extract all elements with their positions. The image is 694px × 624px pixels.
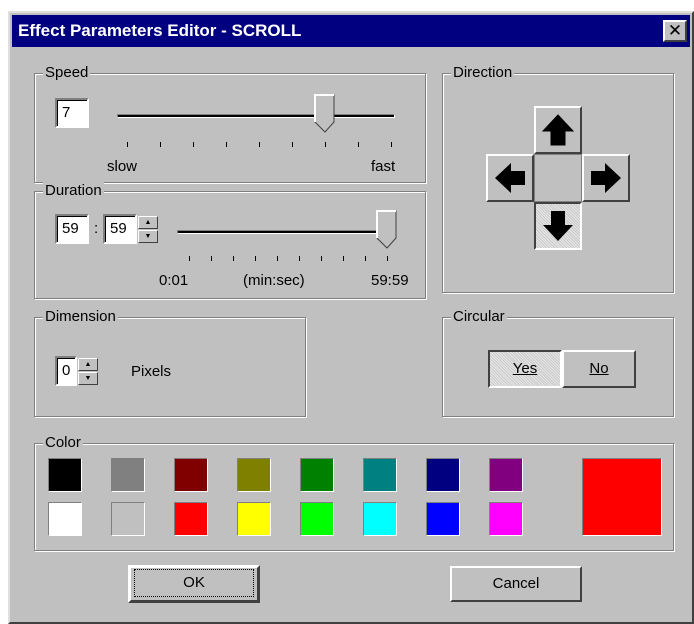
color-swatch-purple[interactable] xyxy=(489,458,523,492)
color-swatch-black[interactable] xyxy=(48,458,82,492)
speed-tick xyxy=(391,142,392,147)
color-swatch-yellow[interactable] xyxy=(237,502,271,536)
color-swatch-fuchsia[interactable] xyxy=(489,502,523,536)
duration-tick xyxy=(299,256,300,261)
duration-tick xyxy=(365,256,366,261)
duration-tick xyxy=(211,256,212,261)
arrow-left-icon xyxy=(495,163,525,193)
circular-yes-label: Yes xyxy=(512,360,538,377)
close-button[interactable]: ✕ xyxy=(663,20,687,42)
direction-down-button[interactable] xyxy=(534,202,582,250)
color-swatch-lime[interactable] xyxy=(300,502,334,536)
duration-minutes-field[interactable]: 59 xyxy=(55,214,89,244)
duration-tick xyxy=(189,256,190,261)
duration-legend: Duration xyxy=(43,182,104,200)
dimension-spin-up[interactable]: ▲ xyxy=(78,358,98,371)
speed-slider-track[interactable] xyxy=(117,114,395,118)
color-swatch-aqua[interactable] xyxy=(363,502,397,536)
duration-tick xyxy=(321,256,322,261)
duration-max-label: 59:59 xyxy=(371,272,409,289)
speed-tick xyxy=(226,142,227,147)
speed-legend: Speed xyxy=(43,64,91,82)
speed-tick xyxy=(358,142,359,147)
circular-group: Circular Yes No xyxy=(442,308,674,417)
direction-legend: Direction xyxy=(451,64,515,82)
duration-tick xyxy=(255,256,256,261)
arrow-right-icon xyxy=(591,163,621,193)
duration-slider-track[interactable] xyxy=(177,230,395,234)
duration-tick xyxy=(343,256,344,261)
direction-left-button[interactable] xyxy=(486,154,534,202)
dimension-spin-down[interactable]: ▼ xyxy=(78,372,98,385)
close-icon: ✕ xyxy=(667,21,683,40)
direction-group: Direction xyxy=(442,64,674,293)
duration-tick xyxy=(387,256,388,261)
color-swatch-blue[interactable] xyxy=(426,502,460,536)
duration-separator: : xyxy=(94,220,99,237)
circular-no-label: No xyxy=(589,360,609,377)
title-bar: Effect Parameters Editor - SCROLL ✕ xyxy=(12,15,690,47)
color-swatch-teal[interactable] xyxy=(363,458,397,492)
color-swatch-navy[interactable] xyxy=(426,458,460,492)
speed-tick xyxy=(127,142,128,147)
duration-min-label: 0:01 xyxy=(159,272,189,289)
duration-tick xyxy=(233,256,234,261)
color-swatch-red[interactable] xyxy=(174,502,208,536)
cancel-button[interactable]: Cancel xyxy=(450,566,582,602)
duration-slider-thumb[interactable] xyxy=(376,210,398,250)
speed-tick xyxy=(292,142,293,147)
circular-yes-button[interactable]: Yes xyxy=(488,350,562,388)
duration-seconds-field[interactable]: 59 xyxy=(103,214,137,244)
dimension-legend: Dimension xyxy=(43,308,118,326)
color-swatch-silver[interactable] xyxy=(111,502,145,536)
circular-legend: Circular xyxy=(451,308,507,326)
arrow-down-icon xyxy=(543,211,573,241)
duration-unit-label: (min:sec) xyxy=(243,272,305,289)
arrow-up-icon xyxy=(541,114,575,146)
color-swatch-green[interactable] xyxy=(300,458,334,492)
selected-color-preview xyxy=(582,458,662,536)
window-title: Effect Parameters Editor - SCROLL xyxy=(18,21,302,40)
speed-tick xyxy=(160,142,161,147)
speed-value-field[interactable]: 7 xyxy=(55,98,89,128)
color-legend: Color xyxy=(43,434,83,452)
effect-parameters-dialog: Effect Parameters Editor - SCROLL ✕ Spee… xyxy=(8,11,694,624)
ok-button[interactable]: OK xyxy=(128,565,260,603)
speed-min-label: slow xyxy=(107,158,138,175)
speed-tick xyxy=(325,142,326,147)
direction-right-button[interactable] xyxy=(582,154,630,202)
color-swatch-gray[interactable] xyxy=(111,458,145,492)
ok-button-label: OK xyxy=(134,569,254,597)
speed-max-label: fast xyxy=(371,158,396,175)
color-swatch-maroon[interactable] xyxy=(174,458,208,492)
color-swatch-olive[interactable] xyxy=(237,458,271,492)
speed-tick xyxy=(193,142,194,147)
color-group: Color xyxy=(34,434,674,551)
speed-slider-thumb[interactable] xyxy=(314,94,336,134)
color-swatch-white[interactable] xyxy=(48,502,82,536)
speed-group: Speed 7 slow fast xyxy=(34,64,426,183)
duration-spin-up[interactable]: ▲ xyxy=(138,216,158,229)
dimension-group: Dimension 0 ▲ ▼ Pixels xyxy=(34,308,306,417)
dimension-unit-label: Pixels xyxy=(131,363,172,380)
circular-no-button[interactable]: No xyxy=(562,350,636,388)
duration-group: Duration 59 : 59 ▲ ▼ 0:01 (min:sec) 59:5… xyxy=(34,182,426,299)
direction-up-button[interactable] xyxy=(534,106,582,154)
cancel-button-label: Cancel xyxy=(492,575,540,592)
speed-tick xyxy=(259,142,260,147)
duration-tick xyxy=(277,256,278,261)
duration-spin-down[interactable]: ▼ xyxy=(138,230,158,243)
direction-center xyxy=(534,154,582,202)
dimension-value-field[interactable]: 0 xyxy=(55,356,77,386)
